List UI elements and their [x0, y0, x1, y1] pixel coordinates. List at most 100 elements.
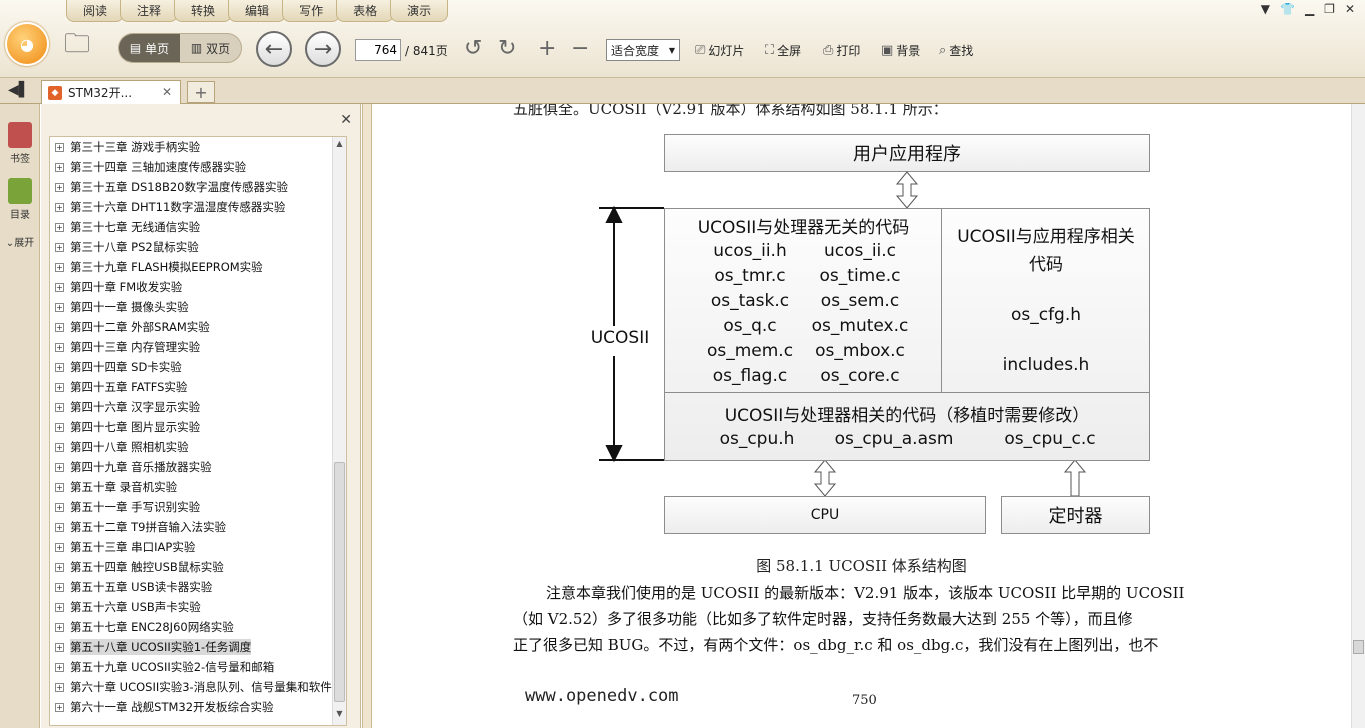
previous-page-button[interactable]: ← [256, 31, 292, 67]
expand-node-icon[interactable]: + [55, 602, 64, 612]
rotate-right-icon[interactable]: ↻ [498, 38, 516, 60]
toc-item[interactable]: + 第三十九章 FLASH模拟EEPROM实验 [50, 257, 346, 277]
expand-node-icon[interactable]: + [55, 422, 64, 432]
double-page-button[interactable]: ▥ 双页 [180, 34, 241, 62]
expand-node-icon[interactable]: + [55, 662, 64, 672]
expand-node-icon[interactable]: + [55, 302, 64, 312]
toc-item[interactable]: + 第四十六章 汉字显示实验 [50, 397, 346, 417]
minimize-icon[interactable]: ▁ [1305, 2, 1314, 16]
toc-item[interactable]: + 第四十五章 FATFS实验 [50, 377, 346, 397]
toc-item[interactable]: + 第四十四章 SD卡实验 [50, 357, 346, 377]
toc-item[interactable]: + 第三十六章 DHT11数字温湿度传感器实验 [50, 197, 346, 217]
toc-item[interactable]: + 第五十章 录音机实验 [50, 477, 346, 497]
document-tab[interactable]: ◆ STM32开... ✕ [41, 80, 181, 104]
toc-item[interactable]: + 第五十二章 T9拼音输入法实验 [50, 517, 346, 537]
document-scrollbar[interactable] [1351, 104, 1365, 728]
expand-node-icon[interactable]: + [55, 182, 64, 192]
expand-node-icon[interactable]: + [55, 682, 64, 692]
toc-item[interactable]: + 第五十三章 串口IAP实验 [50, 537, 346, 557]
skin-icon[interactable]: 👕 [1280, 2, 1295, 16]
expand-node-icon[interactable]: + [55, 282, 64, 292]
document-scroll-thumb[interactable] [1353, 640, 1364, 654]
toc-item[interactable]: + 第三十五章 DS18B20数字温度传感器实验 [50, 177, 346, 197]
toc-item[interactable]: + 第三十三章 游戏手柄实验 [50, 137, 346, 157]
toc-item[interactable]: + 第四十章 FM收发实验 [50, 277, 346, 297]
expand-node-icon[interactable]: + [55, 202, 64, 212]
dropdown-menu-icon[interactable]: ▼ [1261, 2, 1270, 16]
expand-node-icon[interactable]: + [55, 562, 64, 572]
expand-node-icon[interactable]: + [55, 242, 64, 252]
next-page-button[interactable]: → [305, 31, 341, 67]
expand-node-icon[interactable]: + [55, 222, 64, 232]
toc-item[interactable]: + 第四十九章 音乐播放器实验 [50, 457, 346, 477]
toc-item[interactable]: + 第四十七章 图片显示实验 [50, 417, 346, 437]
expand-node-icon[interactable]: + [55, 442, 64, 452]
scroll-up-icon[interactable]: ▲ [333, 139, 346, 153]
toc-item[interactable]: + 第四十八章 照相机实验 [50, 437, 346, 457]
collapse-sidebar-icon[interactable]: ◀▌ [8, 82, 30, 98]
expand-node-icon[interactable]: + [55, 522, 64, 532]
rotate-left-icon[interactable]: ↺ [464, 38, 482, 60]
expand-node-icon[interactable]: + [55, 142, 64, 152]
single-page-button[interactable]: ▤ 单页 [119, 34, 180, 62]
toc-item[interactable]: + 第三十八章 PS2鼠标实验 [50, 237, 346, 257]
print-button[interactable]: ⎙ 打印 [823, 42, 860, 59]
close-tab-icon[interactable]: ✕ [162, 85, 172, 99]
toc-button[interactable]: 目录 [0, 178, 40, 221]
expand-node-icon[interactable]: + [55, 462, 64, 472]
scroll-down-icon[interactable]: ▼ [333, 709, 346, 723]
toc-item[interactable]: + 第五十四章 触控USB鼠标实验 [50, 557, 346, 577]
app-logo-icon[interactable]: ◕ [5, 22, 49, 66]
menu-tab-read[interactable]: 阅读 [66, 0, 125, 22]
background-button[interactable]: ▣ 背景 [881, 42, 920, 59]
menu-tab-edit[interactable]: 编辑 [228, 0, 287, 22]
menu-tab-convert[interactable]: 转换 [174, 0, 233, 22]
expand-node-icon[interactable]: + [55, 702, 64, 712]
toc-item[interactable]: + 第五十六章 USB声卡实验 [50, 597, 346, 617]
toc-item[interactable]: + 第五十五章 USB读卡器实验 [50, 577, 346, 597]
expand-node-icon[interactable]: + [55, 162, 64, 172]
find-button[interactable]: ⌕ 查找 [939, 42, 973, 59]
expand-node-icon[interactable]: + [55, 542, 64, 552]
zoom-in-icon[interactable]: + [538, 38, 556, 60]
toc-item[interactable]: + 第四十二章 外部SRAM实验 [50, 317, 346, 337]
menu-tab-annotate[interactable]: 注释 [120, 0, 179, 22]
zoom-out-icon[interactable]: − [571, 38, 589, 60]
expand-node-icon[interactable]: + [55, 482, 64, 492]
fullscreen-button[interactable]: ⛶ 全屏 [765, 42, 801, 59]
toc-item[interactable]: + 第五十一章 手写识别实验 [50, 497, 346, 517]
close-panel-icon[interactable]: ✕ [340, 112, 352, 128]
expand-node-icon[interactable]: + [55, 582, 64, 592]
toc-item[interactable]: + 第五十九章 UCOSII实验2-信号量和邮箱 [50, 657, 346, 677]
bookmarks-button[interactable]: 书签 [0, 122, 40, 165]
expand-node-icon[interactable]: + [55, 402, 64, 412]
expand-node-icon[interactable]: + [55, 342, 64, 352]
expand-node-icon[interactable]: + [55, 322, 64, 332]
toc-item[interactable]: + 第三十七章 无线通信实验 [50, 217, 346, 237]
expand-node-icon[interactable]: + [55, 382, 64, 392]
toc-item[interactable]: + 第六十章 UCOSII实验3-消息队列、信号量集和软件定 [50, 677, 346, 697]
toc-item[interactable]: + 第四十一章 摄像头实验 [50, 297, 346, 317]
menu-tab-write[interactable]: 写作 [282, 0, 341, 22]
panel-splitter[interactable] [362, 104, 372, 728]
toc-item[interactable]: + 第五十七章 ENC28J60网络实验 [50, 617, 346, 637]
expand-node-icon[interactable]: + [55, 622, 64, 632]
new-tab-button[interactable]: + [187, 81, 215, 103]
toc-scrollbar[interactable]: ▲ ▼ [332, 137, 346, 725]
toc-item[interactable]: + 第四十三章 内存管理实验 [50, 337, 346, 357]
toc-item[interactable]: + 第六十一章 战舰STM32开发板综合实验 [50, 697, 346, 717]
slideshow-button[interactable]: ⎚ 幻灯片 [695, 42, 744, 59]
zoom-select[interactable]: 适合宽度 ▼ [606, 39, 680, 61]
menu-tab-present[interactable]: 演示 [390, 0, 449, 22]
toc-item[interactable]: + 第五十八章 UCOSII实验1-任务调度 [50, 637, 346, 657]
close-icon[interactable]: ✕ [1345, 2, 1355, 16]
expand-node-icon[interactable]: + [55, 642, 64, 652]
expand-node-icon[interactable]: + [55, 262, 64, 272]
page-number-input[interactable] [355, 39, 401, 61]
toc-item[interactable]: + 第三十四章 三轴加速度传感器实验 [50, 157, 346, 177]
expand-node-icon[interactable]: + [55, 362, 64, 372]
expand-button[interactable]: ⌄展开 [0, 234, 40, 249]
restore-icon[interactable]: ❐ [1324, 2, 1335, 16]
expand-node-icon[interactable]: + [55, 502, 64, 512]
open-folder-icon[interactable]: 🗀 [64, 29, 100, 64]
